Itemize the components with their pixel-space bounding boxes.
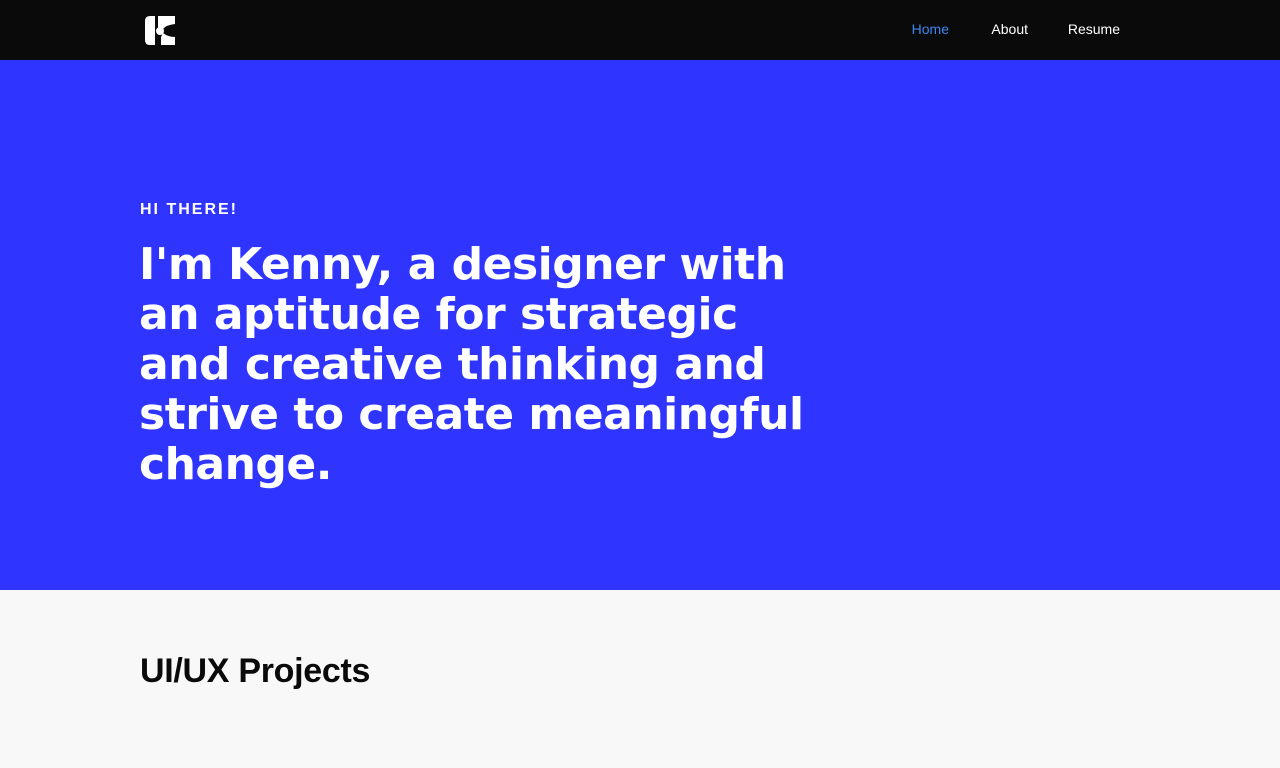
hero-eyebrow: HI THERE! — [140, 201, 238, 218]
nav-resume-link[interactable]: Resume — [1068, 21, 1120, 37]
top-navbar: Home About Resume — [0, 0, 1280, 60]
nav-home-link[interactable]: Home — [912, 21, 949, 37]
intro-prefix: I'm — [139, 239, 229, 290]
k-logo-icon[interactable] — [144, 15, 176, 46]
projects-heading: UI/UX Projects — [140, 652, 371, 690]
hero-section: HI THERE! I'm Kenny, a designer with an … — [0, 60, 1280, 590]
hero-name: Kenny, — [228, 239, 393, 290]
hero-headline: I'm Kenny, a designer with an aptitude f… — [139, 240, 819, 490]
nav-about-link[interactable]: About — [991, 21, 1028, 37]
